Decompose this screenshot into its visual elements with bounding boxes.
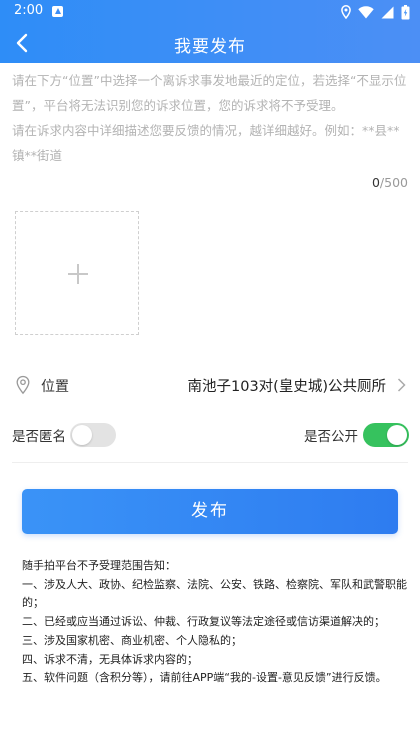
chevron-right-icon [397, 378, 406, 392]
description-placeholder-line1: 请在下方“位置”中选择一个离诉求事发地最近的定位，若选择“不显示位置”，平台将无… [12, 73, 407, 113]
notice-item: 四、诉求不清，无具体诉求内容的； [22, 652, 198, 666]
status-icons [341, 4, 410, 20]
status-bar: 2:00 [0, 0, 420, 24]
location-pin-icon [16, 375, 30, 395]
signal-icon [381, 6, 394, 18]
wifi-icon [358, 5, 374, 18]
notice-item: 一、涉及人大、政协、纪检监察、法院、公安、铁路、检察院、军队和武警职能的； [22, 577, 407, 610]
notice-title: 随手拍平台不予受理范围告知： [22, 559, 176, 572]
page-title: 我要发布 [174, 37, 246, 57]
description-textarea[interactable]: 请在下方“位置”中选择一个离诉求事发地最近的定位，若选择“不显示位置”，平台将无… [12, 68, 410, 168]
header-bar: 2:00 我要发布 [0, 0, 420, 63]
notice-item: 二、已经或应当通过诉讼、仲裁、行政复议等法定途径或信访渠道解决的； [22, 615, 385, 629]
image-upload-button[interactable] [15, 211, 139, 335]
public-toggle[interactable] [363, 423, 409, 447]
app-notification-icon [52, 6, 63, 17]
location-label: 位置 [41, 379, 69, 395]
location-icon [341, 5, 351, 19]
notice-item: 三、涉及国家机密、商业机密、个人隐私的； [22, 633, 242, 647]
notice-section: 随手拍平台不予受理范围告知： 一、涉及人大、政协、纪检监察、法院、公安、铁路、检… [22, 557, 407, 688]
notice-item: 五、软件问题（含积分等），请前往APP端“我的-设置-意见反馈”进行反馈。 [22, 671, 387, 685]
character-count: 0 [371, 175, 380, 190]
toggle-knob [72, 425, 92, 445]
title-bar: 我要发布 [0, 24, 420, 63]
battery-icon [401, 4, 410, 19]
anonymous-toggle[interactable] [70, 423, 116, 447]
location-selector[interactable]: 位置 南池子103对(皇史城)公共厕所 [0, 365, 420, 405]
description-placeholder-line2: 请在诉求内容中详细描述您要反馈的情况，越详细越好。例如：**县**镇**街道 [12, 123, 400, 163]
location-value: 南池子103对(皇史城)公共厕所 [187, 379, 387, 395]
toggle-knob [387, 425, 407, 445]
anonymous-label: 是否匿名 [12, 429, 66, 445]
divider [12, 462, 408, 463]
status-time: 2:00 [14, 3, 44, 18]
plus-icon [68, 264, 88, 284]
public-label: 是否公开 [304, 429, 358, 445]
visibility-toggles: 是否匿名 是否公开 [0, 413, 420, 457]
character-counter: 0/500 [372, 175, 408, 190]
publish-button[interactable]: 发布 [22, 489, 398, 534]
character-max: /500 [379, 175, 408, 190]
